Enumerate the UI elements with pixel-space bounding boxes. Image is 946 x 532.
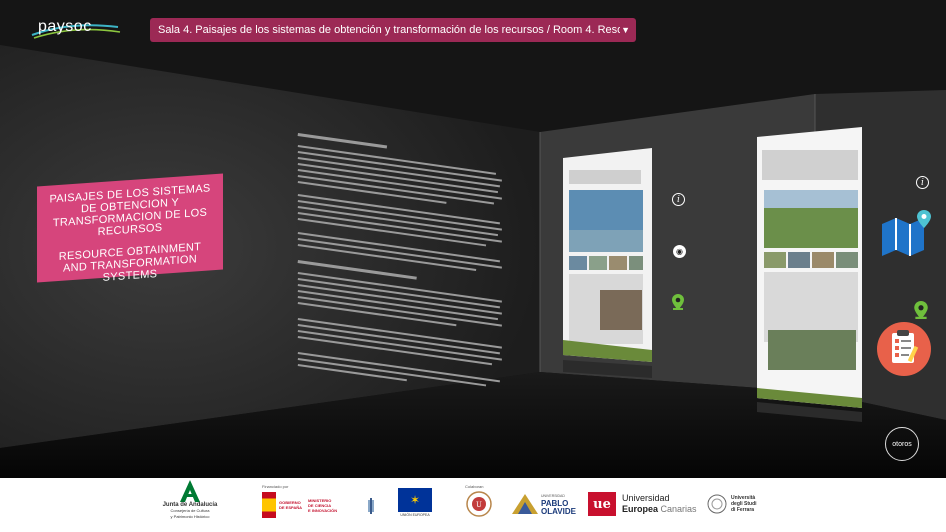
ferrara-logo[interactable]: Università degli Studi di Ferrara [707, 494, 757, 514]
pablo-olavide-logo[interactable]: UNIVERSIDAD PABLO OLAVIDE [512, 492, 576, 516]
eu-logo[interactable]: ✶ UNIÓN EUROPEA [398, 488, 432, 517]
ue-line1: Universidad [622, 493, 670, 503]
location-pin-icon[interactable] [914, 301, 928, 319]
ue-line2a: Europea [622, 504, 659, 514]
junta-andalucia-logo[interactable]: Junta de Andalucía Consejería de Cultura… [155, 480, 225, 520]
agency-logo[interactable] [366, 498, 376, 514]
eu-stars-icon: ✶ [398, 488, 432, 512]
clipboard-button[interactable] [877, 322, 931, 376]
ue-mark: ue [588, 492, 616, 516]
wall-text-block [297, 133, 502, 387]
others-button[interactable]: otoros [885, 427, 919, 461]
map-icon[interactable] [880, 210, 936, 258]
location-pin-icon[interactable] [672, 294, 684, 310]
info-icon[interactable]: i [916, 176, 929, 189]
gobierno-line2: DE ESPAÑA [279, 505, 303, 510]
sponsor-footer: Junta de Andalucía Consejería de Cultura… [0, 478, 946, 532]
agency-mark-icon [368, 498, 374, 514]
svg-text:U: U [476, 501, 482, 509]
eu-label: UNIÓN EUROPEA [400, 513, 430, 517]
info-icon[interactable]: i [672, 193, 685, 206]
university-seal-logo[interactable]: U [466, 491, 492, 517]
ministerio-logo[interactable]: Financiado por GOBIERNO DE ESPAÑA MINIST… [262, 484, 338, 518]
ministerio-line3: E INNOVACIÓN [308, 507, 338, 513]
universidad-europea-logo[interactable]: ue Universidad Europea Canarias [588, 492, 697, 516]
colaboran-label: Colaboran [465, 484, 484, 489]
spain-flag-icon [262, 492, 276, 518]
virtual-tour-viewer[interactable]: paysoc Sala 4. Paisajes de los sistemas … [0, 0, 946, 478]
olavide-line2: OLAVIDE [541, 507, 576, 516]
clipboard-icon [892, 330, 919, 363]
junta-sub2: y Patrimonio Histórico [170, 514, 210, 519]
junta-a-mark-icon [180, 480, 200, 502]
ferrara-seal-icon [707, 494, 727, 514]
eye-icon[interactable]: ◉ [673, 245, 686, 258]
ue-line2b: Canarias [658, 504, 697, 514]
olavide-mark-icon [512, 494, 538, 514]
financiado-label: Financiado por [262, 484, 289, 489]
seal-icon: U [466, 491, 492, 517]
ferrara-line3: di Ferrara [731, 507, 755, 513]
